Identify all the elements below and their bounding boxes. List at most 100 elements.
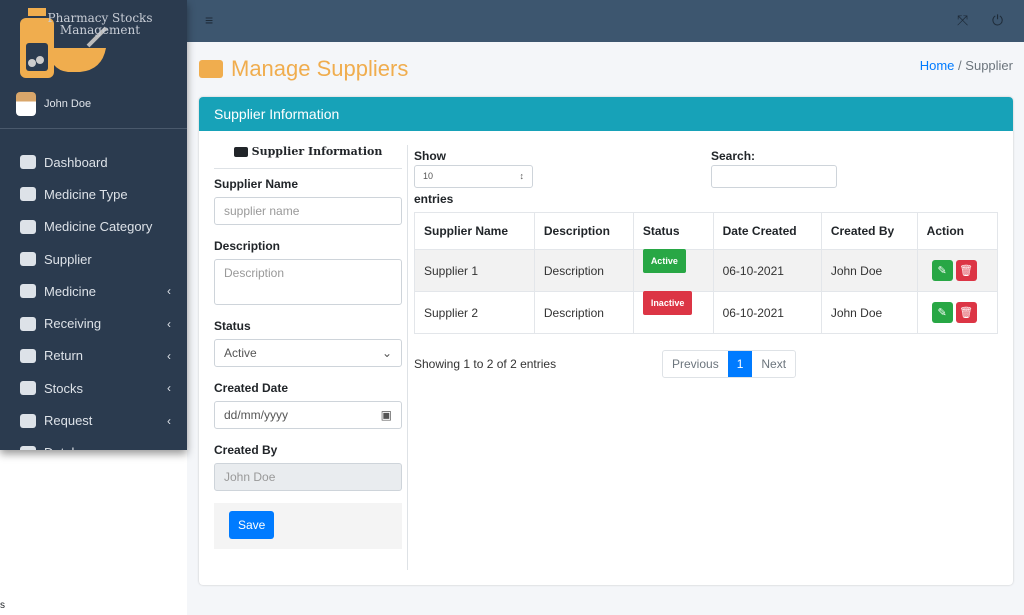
edit-pencil-icon[interactable]: ✎	[931, 302, 953, 323]
sidebar-item-stocks[interactable]: Stocks ‹	[0, 372, 187, 404]
truck-icon	[199, 60, 223, 78]
sidebar-item-label: Medicine	[44, 283, 97, 299]
delete-trash-icon[interactable]: 🗑	[955, 302, 977, 323]
breadcrumb-current: Supplier	[965, 58, 1013, 73]
home-icon	[20, 155, 36, 170]
created-date-input[interactable]: dd/mm/yyyy ▣	[214, 401, 402, 429]
sidebar-item-request[interactable]: Request ‹	[0, 404, 187, 436]
table-row: Supplier 2 Description Inactive 06-10-20…	[414, 290, 999, 334]
sidebar-item-label: Supplier	[44, 251, 92, 267]
pills-icon	[20, 187, 36, 202]
chevron-left-icon: ‹	[167, 413, 171, 428]
pagination: Previous 1 Next	[662, 350, 797, 378]
sort-icon: ↕	[519, 171, 525, 181]
form-heading-text: Supplier Information	[251, 145, 383, 158]
hamburger-menu-icon[interactable]: ≡	[205, 12, 213, 28]
created-by-cell: John Doe	[820, 249, 918, 292]
fullscreen-icon[interactable]: ⤧	[957, 12, 968, 29]
page-1-button[interactable]: 1	[727, 351, 753, 377]
stray-text: s	[0, 600, 5, 611]
column-header[interactable]: Date Created	[712, 212, 822, 250]
date-label: Created Date	[214, 381, 289, 395]
search-label: Search:	[711, 149, 756, 163]
user-name: John Doe	[44, 98, 92, 110]
prescription-icon	[20, 413, 36, 428]
edit-pencil-icon[interactable]: ✎	[931, 260, 953, 281]
search: Search:	[711, 149, 837, 188]
column-header[interactable]: Action	[916, 212, 999, 250]
description-cell: Description	[533, 291, 634, 334]
column-header[interactable]: Description	[533, 212, 634, 250]
date-placeholder: dd/mm/yyyy	[224, 408, 289, 422]
card-title: Supplier Information	[199, 97, 1013, 131]
column-header[interactable]: Supplier Name	[414, 212, 535, 250]
length-value: 10	[423, 171, 434, 181]
sidebar-item-receiving[interactable]: Receiving ‹	[0, 307, 187, 339]
previous-button[interactable]: Previous	[663, 351, 728, 377]
form-heading: Supplier Information	[214, 145, 402, 169]
supplier-name-cell: Supplier 2	[414, 291, 535, 334]
entries-length-select[interactable]: 10 ↕	[414, 165, 533, 188]
sidebar-item-medicine[interactable]: Medicine ‹	[0, 275, 187, 307]
next-button[interactable]: Next	[752, 351, 795, 377]
date-cell: 06-10-2021	[712, 291, 822, 334]
sidebar-item-database[interactable]: Database	[0, 437, 187, 450]
logo-text: Pharmacy Stocks Management	[47, 11, 153, 37]
calendar-icon[interactable]: ▣	[381, 408, 392, 422]
sidebar-menu: Dashboard Medicine Type Medicine Category S…	[0, 146, 187, 450]
user-panel[interactable]: John Doe	[16, 92, 91, 116]
arrow-right-circle-icon	[20, 316, 36, 331]
sidebar-item-supplier[interactable]: Supplier	[0, 243, 187, 275]
description-cell: Description	[533, 249, 634, 292]
divider	[0, 128, 187, 129]
status-cell: Inactive	[632, 290, 714, 334]
table-header: Supplier Name Description Status Date Creat…	[414, 212, 999, 250]
sidebar-item-label: Dashboard	[44, 154, 108, 170]
column-header[interactable]: Created By	[820, 212, 918, 250]
sidebar: Pharmacy Stocks Management John Doe Dash…	[0, 0, 187, 450]
page-title: Manage Suppliers	[199, 56, 408, 82]
sidebar-item-label: Medicine Category	[44, 219, 153, 235]
table-row: Supplier 1 Description Active 06-10-2021…	[414, 248, 999, 292]
layers-icon	[20, 381, 36, 396]
supplier-card: Supplier Information Supplier Informatio…	[199, 97, 1013, 585]
status-cell: Active	[632, 248, 714, 292]
search-input[interactable]	[711, 165, 837, 188]
delete-trash-icon[interactable]: 🗑	[955, 260, 977, 281]
database-icon	[20, 445, 36, 450]
breadcrumb-separator: /	[958, 58, 962, 73]
status-badge: Inactive	[642, 290, 693, 315]
sidebar-item-label: Medicine Type	[44, 186, 128, 202]
save-button[interactable]: Save	[229, 511, 275, 539]
sidebar-item-return[interactable]: Return ‹	[0, 340, 187, 372]
status-badge: Active	[642, 248, 686, 273]
column-header[interactable]: Status	[632, 212, 714, 250]
divider	[407, 145, 408, 570]
status-select[interactable]: Active ⌄	[214, 339, 402, 367]
entries-label: entries	[414, 192, 454, 206]
chevron-down-icon: ⌄	[381, 346, 392, 360]
breadcrumb-home[interactable]: Home	[920, 58, 955, 73]
supplier-form: Supplier Information Supplier Name suppl…	[214, 145, 402, 549]
sidebar-item-medicine-type[interactable]: Medicine Type	[0, 178, 187, 210]
chevron-left-icon: ‹	[167, 381, 171, 396]
power-icon[interactable]: ⏻	[992, 12, 1003, 29]
avatar	[16, 92, 36, 116]
description-textarea[interactable]: Description	[214, 259, 402, 305]
capsules-icon	[20, 219, 36, 234]
created-by-input: John Doe	[214, 463, 402, 491]
status-value: Active	[224, 346, 257, 360]
action-cell: ✎ 🗑	[916, 249, 999, 292]
sidebar-item-label: Receiving	[44, 316, 102, 332]
sidebar-item-dashboard[interactable]: Dashboard	[0, 146, 187, 178]
page-title-text: Manage Suppliers	[231, 56, 409, 81]
supplier-table: Supplier Name Description Status Date Creat…	[414, 212, 999, 334]
chevron-left-icon: ‹	[167, 284, 171, 299]
content: Manage Suppliers Home / Supplier Supplie…	[187, 42, 1024, 615]
sidebar-item-label: Database	[44, 445, 187, 450]
supplier-name-input[interactable]: supplier name	[214, 197, 402, 225]
date-cell: 06-10-2021	[712, 249, 822, 292]
truck-icon	[233, 146, 248, 157]
name-label: Supplier Name	[214, 177, 299, 191]
sidebar-item-medicine-category[interactable]: Medicine Category	[0, 211, 187, 243]
